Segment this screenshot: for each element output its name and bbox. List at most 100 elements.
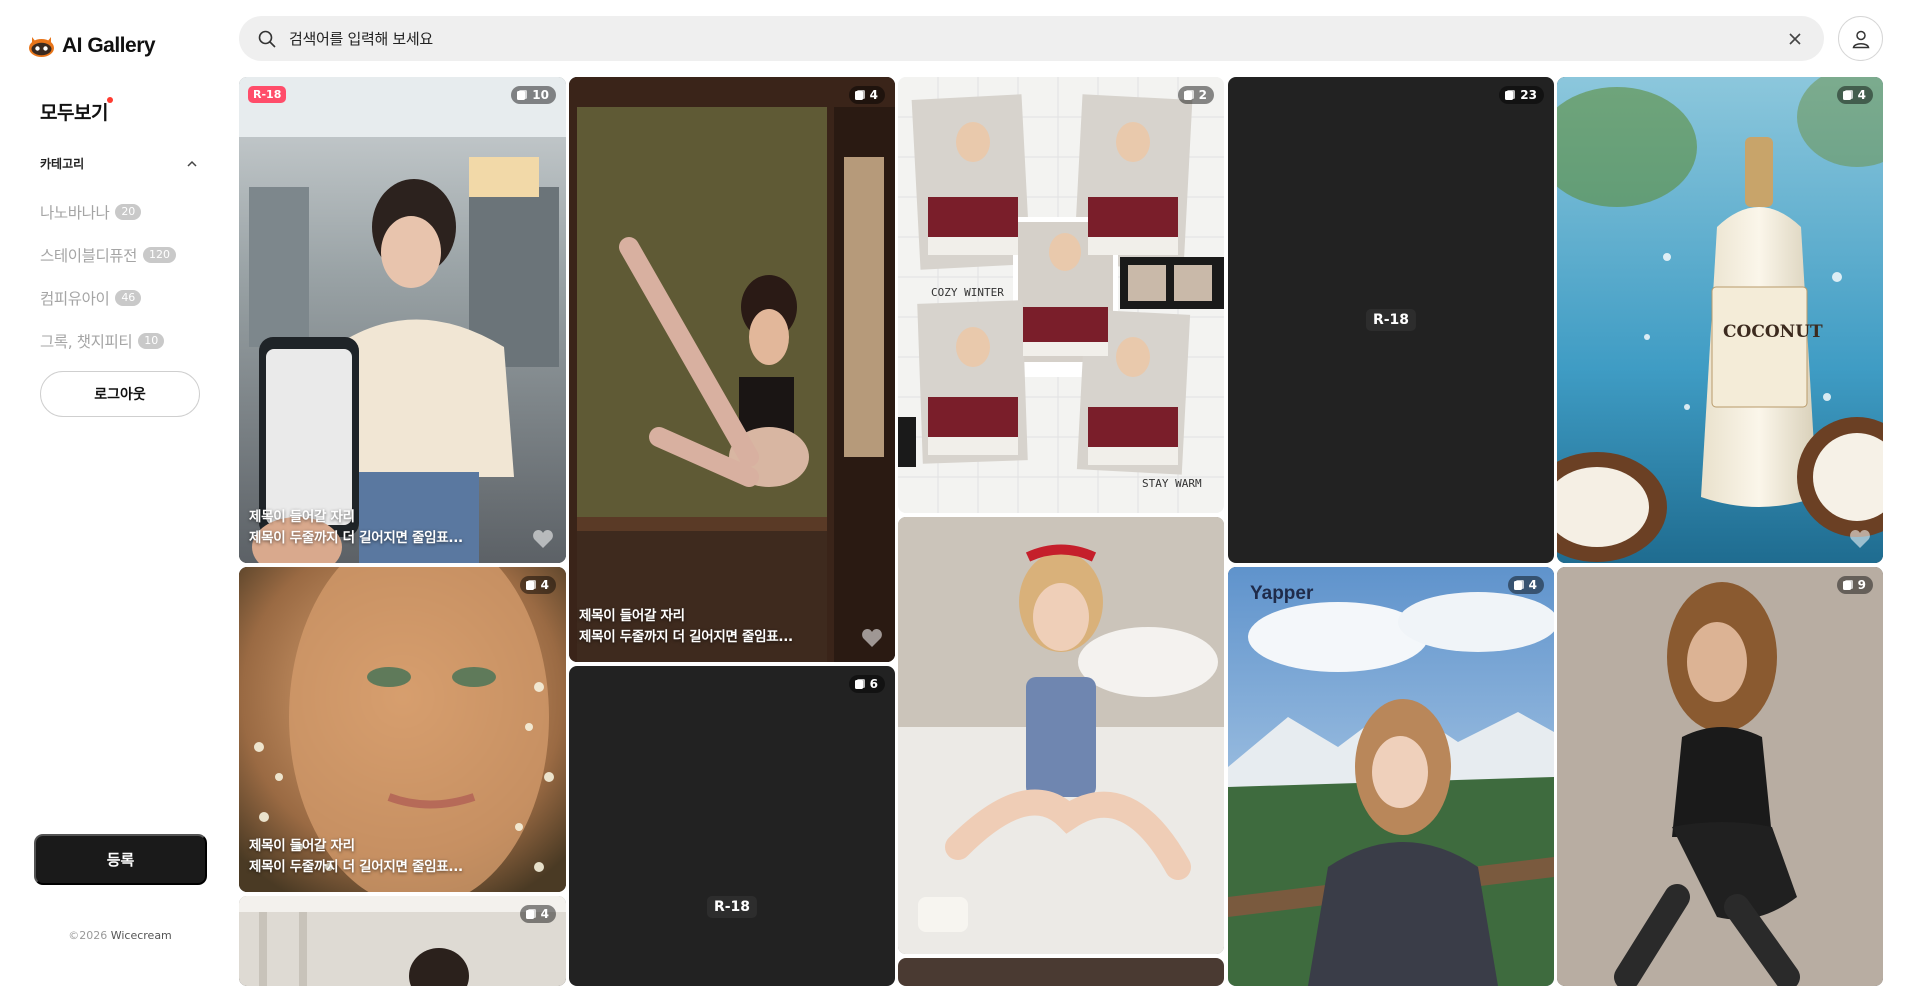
card-image [898, 517, 1224, 954]
card-image: COZY WINTER STAY WARM [898, 77, 1224, 513]
close-icon[interactable] [1788, 32, 1802, 46]
logout-button[interactable]: 로그아웃 [40, 371, 200, 417]
rated-badge: R-18 [248, 86, 287, 103]
images-stack-icon [525, 908, 536, 919]
image-count-badge: 6 [848, 675, 885, 693]
heart-icon[interactable] [861, 628, 883, 648]
category-label: 나노바나나 [40, 203, 110, 222]
gallery-card[interactable]: 4 [239, 896, 566, 986]
card-title-line: 제목이 들어갈 자리 [249, 838, 355, 854]
image-count: 10 [532, 88, 549, 102]
image-count: 23 [1520, 88, 1537, 102]
category-item-nanobanana[interactable]: 나노바나나 20 [40, 190, 176, 233]
card-title-line: 제목이 들어갈 자리 [579, 608, 685, 624]
card-image [569, 77, 895, 662]
gallery-card[interactable]: 23 R-18 [1228, 77, 1554, 563]
image-count: 4 [1528, 578, 1537, 592]
card-title-line: 제목이 들어갈 자리 [249, 509, 355, 525]
image-count: 4 [540, 578, 549, 592]
category-count: 20 [115, 203, 142, 220]
user-icon [1852, 30, 1869, 48]
card-title-line: 제목이 두줄까지 더 길어지면 줄임표... [249, 530, 463, 546]
image-count-badge: 4 [519, 905, 556, 923]
image-count-badge: 10 [511, 86, 556, 104]
image-count: 6 [869, 677, 878, 691]
logo-text: AI Gallery [62, 34, 156, 57]
gallery-card[interactable]: 4 제목이 들어갈 자리 제목이 두줄까지 더 길어지면 줄임표... [239, 567, 566, 892]
gallery-card[interactable]: Yapper 4 [1228, 567, 1554, 986]
image-count-badge: 4 [1507, 576, 1544, 594]
image-count-badge: 4 [1836, 86, 1873, 104]
app-logo[interactable]: AI Gallery [28, 34, 156, 58]
category-count: 120 [143, 246, 177, 263]
category-item-comfyui[interactable]: 컴피유아이 46 [40, 276, 176, 319]
category-item-grok-chatgpt[interactable]: 그록, 챗지피티 10 [40, 319, 176, 362]
images-stack-icon [1183, 89, 1194, 100]
images-stack-icon [1842, 89, 1853, 100]
logo-mascot-icon [29, 37, 54, 57]
category-item-stable-diffusion[interactable]: 스테이블디퓨전 120 [40, 233, 177, 276]
image-count: 4 [869, 88, 878, 102]
gallery-card[interactable]: 9 [1557, 567, 1883, 986]
new-indicator-dot [107, 97, 113, 103]
card-image [1228, 567, 1554, 986]
images-stack-icon [854, 678, 865, 689]
images-stack-icon [1513, 579, 1524, 590]
photo-label-cozy: COZY WINTER [931, 286, 1004, 299]
gallery-card[interactable]: 4 제목이 들어갈 자리 제목이 두줄까지 더 길어지면 줄임표... [569, 77, 895, 662]
brand-watermark: Yapper [1250, 583, 1314, 604]
restricted-label: R-18 [706, 896, 758, 918]
copyright-year: ©2026 [68, 929, 108, 942]
images-stack-icon [1505, 89, 1516, 100]
card-title: 제목이 들어갈 자리 제목이 두줄까지 더 길어지면 줄임표... [249, 836, 463, 878]
image-count: 4 [1857, 88, 1866, 102]
image-count-badge: 4 [848, 86, 885, 104]
search-icon [258, 30, 276, 48]
category-list: 나노바나나 20 스테이블디퓨전 120 컴피유아이 46 그록, 챗지피티 1… [40, 190, 177, 362]
heart-icon[interactable] [532, 529, 554, 549]
copyright: ©2026 Wicecream [0, 929, 240, 942]
image-count-badge: 23 [1499, 86, 1544, 104]
profile-button[interactable] [1838, 16, 1883, 61]
chevron-up-icon [187, 160, 197, 167]
card-title-line: 제목이 두줄까지 더 길어지면 줄임표... [249, 859, 463, 875]
card-image: COCONUT [1557, 77, 1883, 563]
image-count: 2 [1198, 88, 1207, 102]
search-input[interactable]: 검색어를 입력해 보세요 [289, 28, 1788, 49]
image-count-badge: 9 [1836, 576, 1873, 594]
image-count-badge: 2 [1177, 86, 1214, 104]
images-stack-icon [525, 579, 536, 590]
image-count: 9 [1857, 578, 1866, 592]
card-image [239, 77, 566, 563]
gallery-card[interactable]: 6 R-18 [569, 666, 895, 986]
category-label: 컴피유아이 [40, 289, 110, 308]
photo-label-warm: STAY WARM [1142, 477, 1202, 490]
gallery-card[interactable] [898, 958, 1224, 986]
register-button[interactable]: 등록 [34, 834, 207, 885]
images-stack-icon [854, 89, 865, 100]
search-bar[interactable]: 검색어를 입력해 보세요 [239, 16, 1824, 61]
card-image [1557, 567, 1883, 986]
sidebar: AI Gallery 모두보기 카테고리 나노바나나 20 스테이블디퓨전 12… [0, 0, 233, 965]
bottle-label-text: COCONUT [1723, 322, 1823, 342]
gallery-card[interactable] [898, 517, 1224, 954]
category-label: 그록, 챗지피티 [40, 332, 133, 351]
restricted-label: R-18 [1365, 309, 1417, 331]
gallery-card[interactable]: COZY WINTER STAY WARM 2 [898, 77, 1224, 513]
category-label: 스테이블디퓨전 [40, 246, 138, 265]
card-title: 제목이 들어갈 자리 제목이 두줄까지 더 길어지면 줄임표... [249, 507, 463, 549]
all-view-link[interactable]: 모두보기 [40, 98, 108, 125]
category-count: 10 [138, 332, 165, 349]
card-title: 제목이 들어갈 자리 제목이 두줄까지 더 길어지면 줄임표... [579, 606, 793, 648]
gallery-card[interactable]: COCONUT 4 [1557, 77, 1883, 563]
copyright-brand[interactable]: Wicecream [111, 929, 172, 942]
category-title: 카테고리 [40, 157, 85, 171]
category-toggle[interactable]: 카테고리 [40, 155, 198, 172]
image-count-badge: 4 [519, 576, 556, 594]
heart-icon[interactable] [1849, 529, 1871, 549]
category-count: 46 [115, 289, 142, 306]
card-title-line: 제목이 두줄까지 더 길어지면 줄임표... [579, 629, 793, 645]
gallery-card[interactable]: R-18 10 제목이 들어갈 자리 제목이 두줄까지 더 길어지면 줄임표..… [239, 77, 566, 563]
images-stack-icon [517, 89, 528, 100]
images-stack-icon [1842, 579, 1853, 590]
